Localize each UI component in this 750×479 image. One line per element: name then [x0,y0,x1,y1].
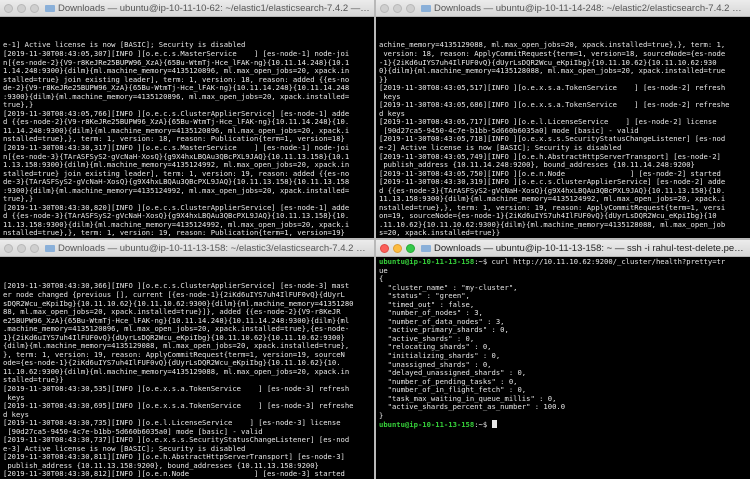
title-bar[interactable]: Downloads — ubuntu@ip-10-11-10-62: ~/ela… [0,0,374,17]
json-response: { "cluster_name" : "my-cluster", "status… [379,275,746,420]
window-title: Downloads — ubuntu@ip-10-11-10-62: ~/ela… [58,2,370,14]
log-line: :9300}{dilm}{ml.machine_memory=413512089… [3,91,350,101]
terminal-pane-node-3[interactable]: Downloads — ubuntu@ip-10-11-13-158: ~/el… [0,240,374,479]
terminal-grid: Downloads — ubuntu@ip-10-11-10-62: ~/ela… [0,0,750,479]
folder-icon [421,244,431,252]
zoom-window-icon[interactable] [30,3,39,13]
window-title: Downloads — ubuntu@ip-10-11-14-248: ~/el… [434,2,746,14]
window-title: Downloads — ubuntu@ip-10-11-13-158: ~ — … [434,242,746,254]
command-line: ubuntu@ip-10-11-13-158:~$ curl http://10… [379,258,746,267]
title-bar[interactable]: Downloads — ubuntu@ip-10-11-14-248: ~/el… [376,0,750,17]
command-wrap: ue [379,265,388,275]
terminal-output[interactable]: achine_memory=4135129088, ml.max_open_jo… [379,18,746,238]
log-line: nstalled=true},}, term: 1, version: 19, … [3,228,345,238]
window-controls [380,3,415,13]
terminal-pane-node-1[interactable]: Downloads — ubuntu@ip-10-11-10-62: ~/ela… [0,0,374,238]
prompt-user: ubuntu@ip-10-11-13-158 [379,258,475,266]
title-bar[interactable]: Downloads — ubuntu@ip-10-11-13-158: ~ — … [376,240,750,257]
log-line: 0}{dilm}{ml.machine_memory=4135128088, m… [379,66,726,76]
log-line: [2019-11-30T08:43:05,517][INFO ][o.e.x.s… [379,83,726,93]
close-window-icon[interactable] [380,243,389,253]
window-title: Downloads — ubuntu@ip-10-11-13-158: ~/el… [58,242,370,254]
json-line: "active_shards_percent_as_number" : 100.… [379,402,566,412]
terminal-output[interactable]: ubuntu@ip-10-11-13-158:~$ curl http://10… [379,258,746,479]
zoom-window-icon[interactable] [30,243,39,253]
prompt-path: :~$ [474,420,488,430]
folder-icon [45,244,55,252]
prompt-user: ubuntu@ip-10-11-13-158 [379,420,475,430]
minimize-window-icon[interactable] [17,3,26,13]
log-line: s=20, xpack.installed=true}} [379,228,501,238]
close-window-icon[interactable] [4,243,13,253]
close-window-icon[interactable] [4,3,13,13]
log-line: [2019-11-30T08:43:30,535][INFO ][o.e.x.s… [3,383,350,393]
json-line: } [379,410,384,420]
minimize-window-icon[interactable] [393,243,402,253]
close-window-icon[interactable] [380,3,389,13]
minimize-window-icon[interactable] [393,3,402,13]
folder-icon [45,4,55,12]
zoom-window-icon[interactable] [406,3,415,13]
final-prompt-line[interactable]: ubuntu@ip-10-11-13-158:~$ [379,420,746,430]
zoom-window-icon[interactable] [406,243,415,253]
log-line: [2019-11-30T08:43:05,686][INFO ][o.e.x.s… [379,100,730,110]
log-line: [2019-11-30T08:43:30,695][INFO ][o.e.x.s… [3,401,354,411]
window-controls [4,3,39,13]
text-cursor [491,420,497,429]
folder-icon [421,4,431,12]
command-text: curl http://10.11.10.62:9200/_cluster/he… [487,258,726,266]
terminal-output[interactable]: [2019-11-30T08:43:30,366][INFO ][o.e.c.s… [3,258,370,479]
window-controls [380,243,415,253]
terminal-pane-node-2[interactable]: Downloads — ubuntu@ip-10-11-14-248: ~/el… [376,0,750,238]
terminal-output[interactable]: e-1] Active license is now [BASIC]; Secu… [3,18,370,238]
prompt-path: :~$ [474,258,488,266]
minimize-window-icon[interactable] [17,243,26,253]
window-controls [4,243,39,253]
title-bar[interactable]: Downloads — ubuntu@ip-10-11-13-158: ~/el… [0,240,374,257]
log-line: [2019-11-30T08:43:30,812][INFO ][o.e.n.N… [3,469,345,479]
terminal-pane-health-check[interactable]: Downloads — ubuntu@ip-10-11-13-158: ~ — … [376,240,750,479]
horizontal-divider[interactable] [0,238,750,240]
log-line: :9300}{dilm}{ml.machine_memory=413512499… [3,185,350,195]
